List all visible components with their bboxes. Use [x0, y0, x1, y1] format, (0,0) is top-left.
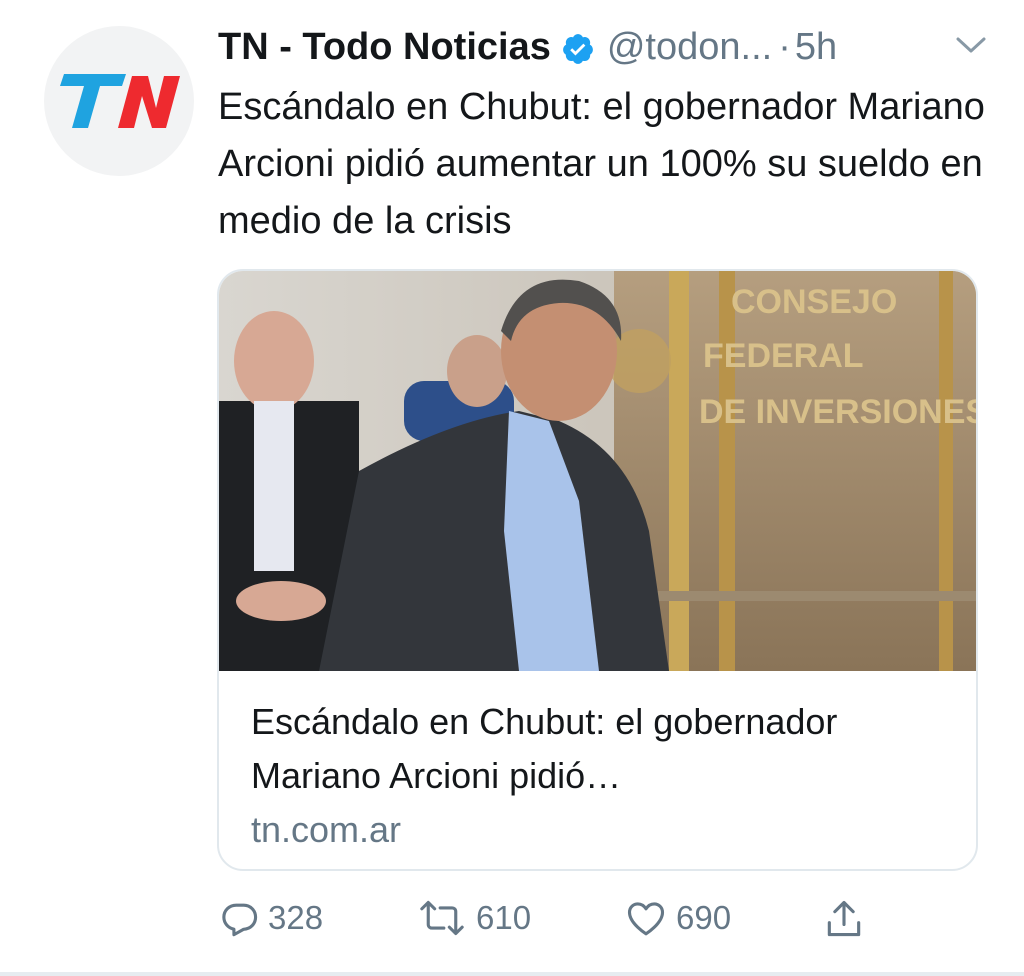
card-domain: tn.com.ar — [251, 809, 402, 850]
like-icon — [627, 902, 665, 936]
handle[interactable]: @todon... — [607, 26, 772, 69]
retweet-icon — [420, 900, 464, 936]
card-title: Escándalo en Chubut: el gobernador Maria… — [251, 701, 838, 796]
like-button[interactable]: 690 — [622, 896, 731, 940]
share-button[interactable] — [822, 896, 872, 942]
like-count: 690 — [676, 899, 732, 936]
reply-count: 328 — [268, 899, 324, 936]
retweet-button[interactable]: 610 — [414, 896, 531, 940]
verified-badge-icon — [562, 34, 593, 64]
tn-logo-icon: TN — [60, 74, 180, 128]
card-body: Escándalo en Chubut: el gobernador Maria… — [251, 695, 951, 857]
tweet-actions: 328 610 690 — [218, 896, 978, 946]
divider — [0, 972, 1024, 976]
svg-text:CONSEJO: CONSEJO — [731, 283, 897, 321]
reply-button[interactable]: 328 — [218, 896, 323, 940]
separator-dot: · — [778, 25, 791, 68]
link-card[interactable]: CONSEJO FEDERAL DE INVERSIONES Escándalo… — [217, 269, 978, 871]
display-name[interactable]: TN - Todo Noticias — [218, 26, 551, 69]
avatar[interactable]: TN — [44, 26, 194, 176]
reply-icon — [222, 903, 258, 937]
tweet-text: Escándalo en Chubut: el gobernador Maria… — [218, 86, 985, 242]
retweet-count: 610 — [476, 899, 532, 936]
card-image: CONSEJO FEDERAL DE INVERSIONES — [219, 271, 978, 671]
tweet-header: TN - Todo Noticias @todon... · 5h — [218, 20, 837, 74]
share-icon — [827, 900, 861, 937]
svg-text:DE INVERSIONES: DE INVERSIONES — [699, 393, 978, 431]
chevron-down-icon[interactable] — [954, 33, 988, 57]
svg-text:FEDERAL: FEDERAL — [703, 337, 864, 375]
timestamp[interactable]: 5h — [795, 26, 837, 69]
